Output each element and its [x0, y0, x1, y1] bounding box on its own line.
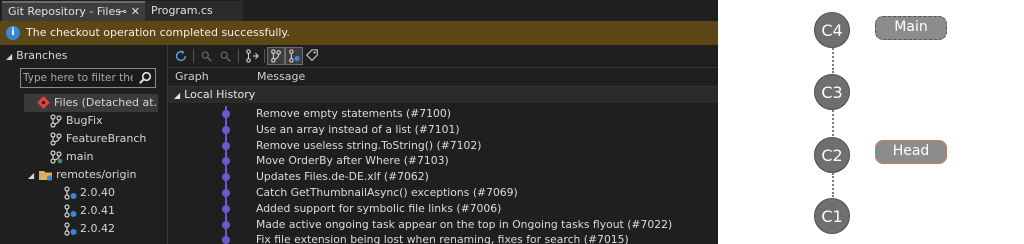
connector-line: [832, 173, 834, 197]
commit-dot: [222, 141, 230, 150]
commit-row[interactable]: Remove empty statements (#7100): [256, 107, 451, 121]
show-tags-toggle[interactable]: [304, 48, 320, 64]
commit-node-c3: C3: [814, 74, 850, 110]
remote-branch-icon: [64, 222, 77, 236]
branch-item-main[interactable]: main: [48, 148, 93, 166]
search-commit-icon: [220, 51, 231, 62]
commit-row[interactable]: Added support for symbolic file links (#…: [256, 202, 501, 216]
branches-pane: ◢ Branches ◢ Files (Detached at... BugFix: [0, 45, 168, 244]
commit-node-c1: C1: [814, 198, 850, 234]
show-local-branches-toggle[interactable]: [267, 47, 285, 65]
commit-dot: [222, 125, 230, 134]
tab-strip: Git Repository - Files ⊸ ✕ Program.cs: [0, 0, 718, 21]
graph-toolbar: [168, 45, 718, 68]
collapse-triangle-icon[interactable]: ◢: [174, 91, 180, 100]
connector-line: [832, 110, 834, 136]
fetch-icon: [201, 51, 212, 62]
info-bar: i The checkout operation completed succe…: [0, 21, 718, 45]
branch-label: 2.0.42: [80, 222, 115, 235]
branch-filter[interactable]: [20, 68, 156, 88]
pull-button[interactable]: [217, 48, 233, 64]
detached-head-icon: [37, 96, 50, 109]
commit-dot: [222, 157, 230, 166]
info-icon: i: [6, 26, 20, 40]
commit-dot: [222, 189, 230, 197]
column-headers: Graph Message: [168, 68, 718, 87]
commit-node-c4: C4: [814, 12, 850, 48]
commit-dot: [222, 110, 230, 118]
remote-branch-icon: [64, 204, 77, 218]
commit-row[interactable]: Fix file extension being lost when renam…: [256, 233, 629, 244]
branches-title: Branches: [16, 49, 68, 62]
connector-line: [832, 45, 834, 73]
refresh-button[interactable]: [173, 48, 189, 64]
commit-row[interactable]: Made active ongoing task appear on the t…: [256, 218, 672, 232]
commit-diagram: C4 C3 C2 C1 Main Head: [718, 0, 1024, 244]
folder-icon: [39, 171, 53, 181]
git-repository-window: Git Repository - Files ⊸ ✕ Program.cs i T…: [0, 0, 718, 244]
commit-row[interactable]: Remove useless string.ToString() (#7102): [256, 139, 482, 153]
branch-icon: [50, 132, 62, 146]
commit-row[interactable]: Use an array instead of a list (#7101): [256, 123, 460, 137]
graph-panel: Graph Message ◢ Local History Remove empt…: [168, 45, 718, 244]
commit-row[interactable]: Updates Files.de-DE.xlf (#7062): [256, 170, 429, 184]
commit-dot: [222, 236, 230, 244]
branch-item-files-detached[interactable]: Files (Detached at...: [24, 94, 158, 112]
search-icon[interactable]: [138, 71, 152, 85]
local-history-group[interactable]: ◢ Local History: [168, 87, 718, 103]
branch-item-featurebranch[interactable]: FeatureBranch: [48, 130, 146, 148]
commit-dot: [222, 204, 230, 213]
head-label: Head: [875, 140, 947, 164]
branch-item-2-0-41[interactable]: 2.0.41: [62, 202, 115, 220]
group-title: Local History: [184, 88, 256, 101]
branch-item-2-0-42[interactable]: 2.0.42: [62, 220, 115, 238]
branch-label: remotes/origin: [56, 168, 137, 181]
main-label: Main: [875, 16, 947, 40]
tab-git-repository-files[interactable]: Git Repository - Files ⊸ ✕: [2, 1, 145, 21]
branch-item-remotes-origin[interactable]: ◢ remotes/origin: [28, 166, 137, 184]
branch-item-2-0-40[interactable]: 2.0.40: [62, 184, 115, 202]
commit-dot: [222, 173, 230, 182]
branch-label: main: [66, 150, 94, 163]
branch-label: BugFix: [66, 114, 103, 127]
info-message: The checkout operation completed success…: [26, 26, 290, 39]
branch-icon: [50, 150, 63, 164]
show-remote-branches-toggle[interactable]: [285, 47, 303, 65]
message-column-header[interactable]: Message: [257, 68, 305, 86]
branch-label: 2.0.41: [80, 204, 115, 217]
tab-label: Program.cs: [151, 4, 213, 17]
fetch-button[interactable]: [199, 48, 215, 64]
commit-node-c2: C2: [814, 137, 850, 173]
close-icon[interactable]: ✕: [131, 5, 140, 18]
commit-dot: [222, 220, 230, 229]
branch-filter-input[interactable]: [23, 70, 133, 86]
branch-icon: [246, 49, 259, 63]
tab-program-cs[interactable]: Program.cs: [145, 1, 243, 21]
remote-branch-icon: [289, 49, 300, 63]
graph-column-header[interactable]: Graph: [175, 68, 209, 86]
local-branch-icon: [271, 49, 281, 63]
tag-icon: [306, 49, 318, 62]
branch-icon: [50, 114, 62, 128]
commit-row[interactable]: Catch GetThumbnailAsync() exceptions (#7…: [256, 186, 518, 200]
remote-branch-icon: [64, 186, 77, 200]
branch-item-bugfix[interactable]: BugFix: [48, 112, 103, 130]
collapse-triangle-icon[interactable]: ◢: [6, 52, 12, 61]
branches-header[interactable]: ◢ Branches: [6, 47, 67, 65]
branch-label: FeatureBranch: [66, 132, 147, 145]
refresh-icon: [175, 50, 187, 62]
new-branch-button[interactable]: [244, 48, 260, 64]
expand-triangle-icon[interactable]: ◢: [28, 171, 34, 180]
commit-row[interactable]: Move OrderBy after Where (#7103): [256, 154, 449, 168]
branch-label: Files (Detached at...: [54, 96, 158, 109]
tab-label: Git Repository - Files: [8, 5, 121, 18]
pin-icon[interactable]: ⊸: [118, 5, 127, 18]
branch-label: 2.0.40: [80, 186, 115, 199]
